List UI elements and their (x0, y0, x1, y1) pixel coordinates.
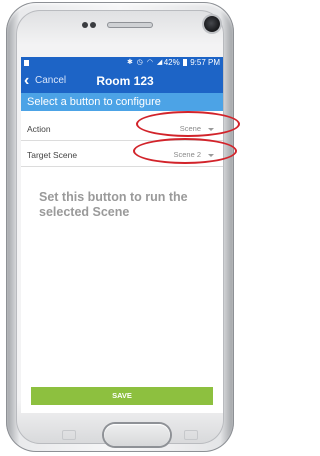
page-title: Room 123 (96, 74, 154, 88)
phone-frame: ✱ ◷ ◠ ◢ 42% 9:57 PM ‹ Cancel Room 123 Se… (6, 2, 234, 452)
status-right: 42% 9:57 PM (164, 57, 220, 69)
hardware-recent-icon[interactable] (184, 430, 198, 440)
battery-percent: 42% (163, 58, 180, 67)
info-text: Set this button to run the selected Scen… (39, 190, 188, 219)
save-button[interactable]: SAVE (31, 387, 213, 405)
target-scene-label: Target Scene (27, 150, 78, 160)
sensor-icon (82, 22, 96, 28)
camera-icon (204, 16, 220, 32)
scene-highlight-ellipse (133, 138, 237, 164)
nav-bar: ‹ Cancel Room 123 (21, 69, 223, 93)
action-highlight-ellipse (136, 111, 240, 137)
hardware-back-icon[interactable] (62, 430, 76, 440)
status-bar: ✱ ◷ ◠ ◢ 42% 9:57 PM (21, 57, 223, 69)
speaker-icon (107, 22, 153, 28)
status-time: 9:57 PM (190, 58, 220, 67)
connectivity-icons: ✱ ◷ ◠ ◢ (127, 59, 164, 66)
home-button[interactable] (104, 424, 170, 446)
battery-icon (182, 59, 187, 66)
section-header: Select a button to configure (21, 93, 223, 111)
action-label: Action (27, 124, 51, 134)
notification-icon (24, 60, 29, 66)
